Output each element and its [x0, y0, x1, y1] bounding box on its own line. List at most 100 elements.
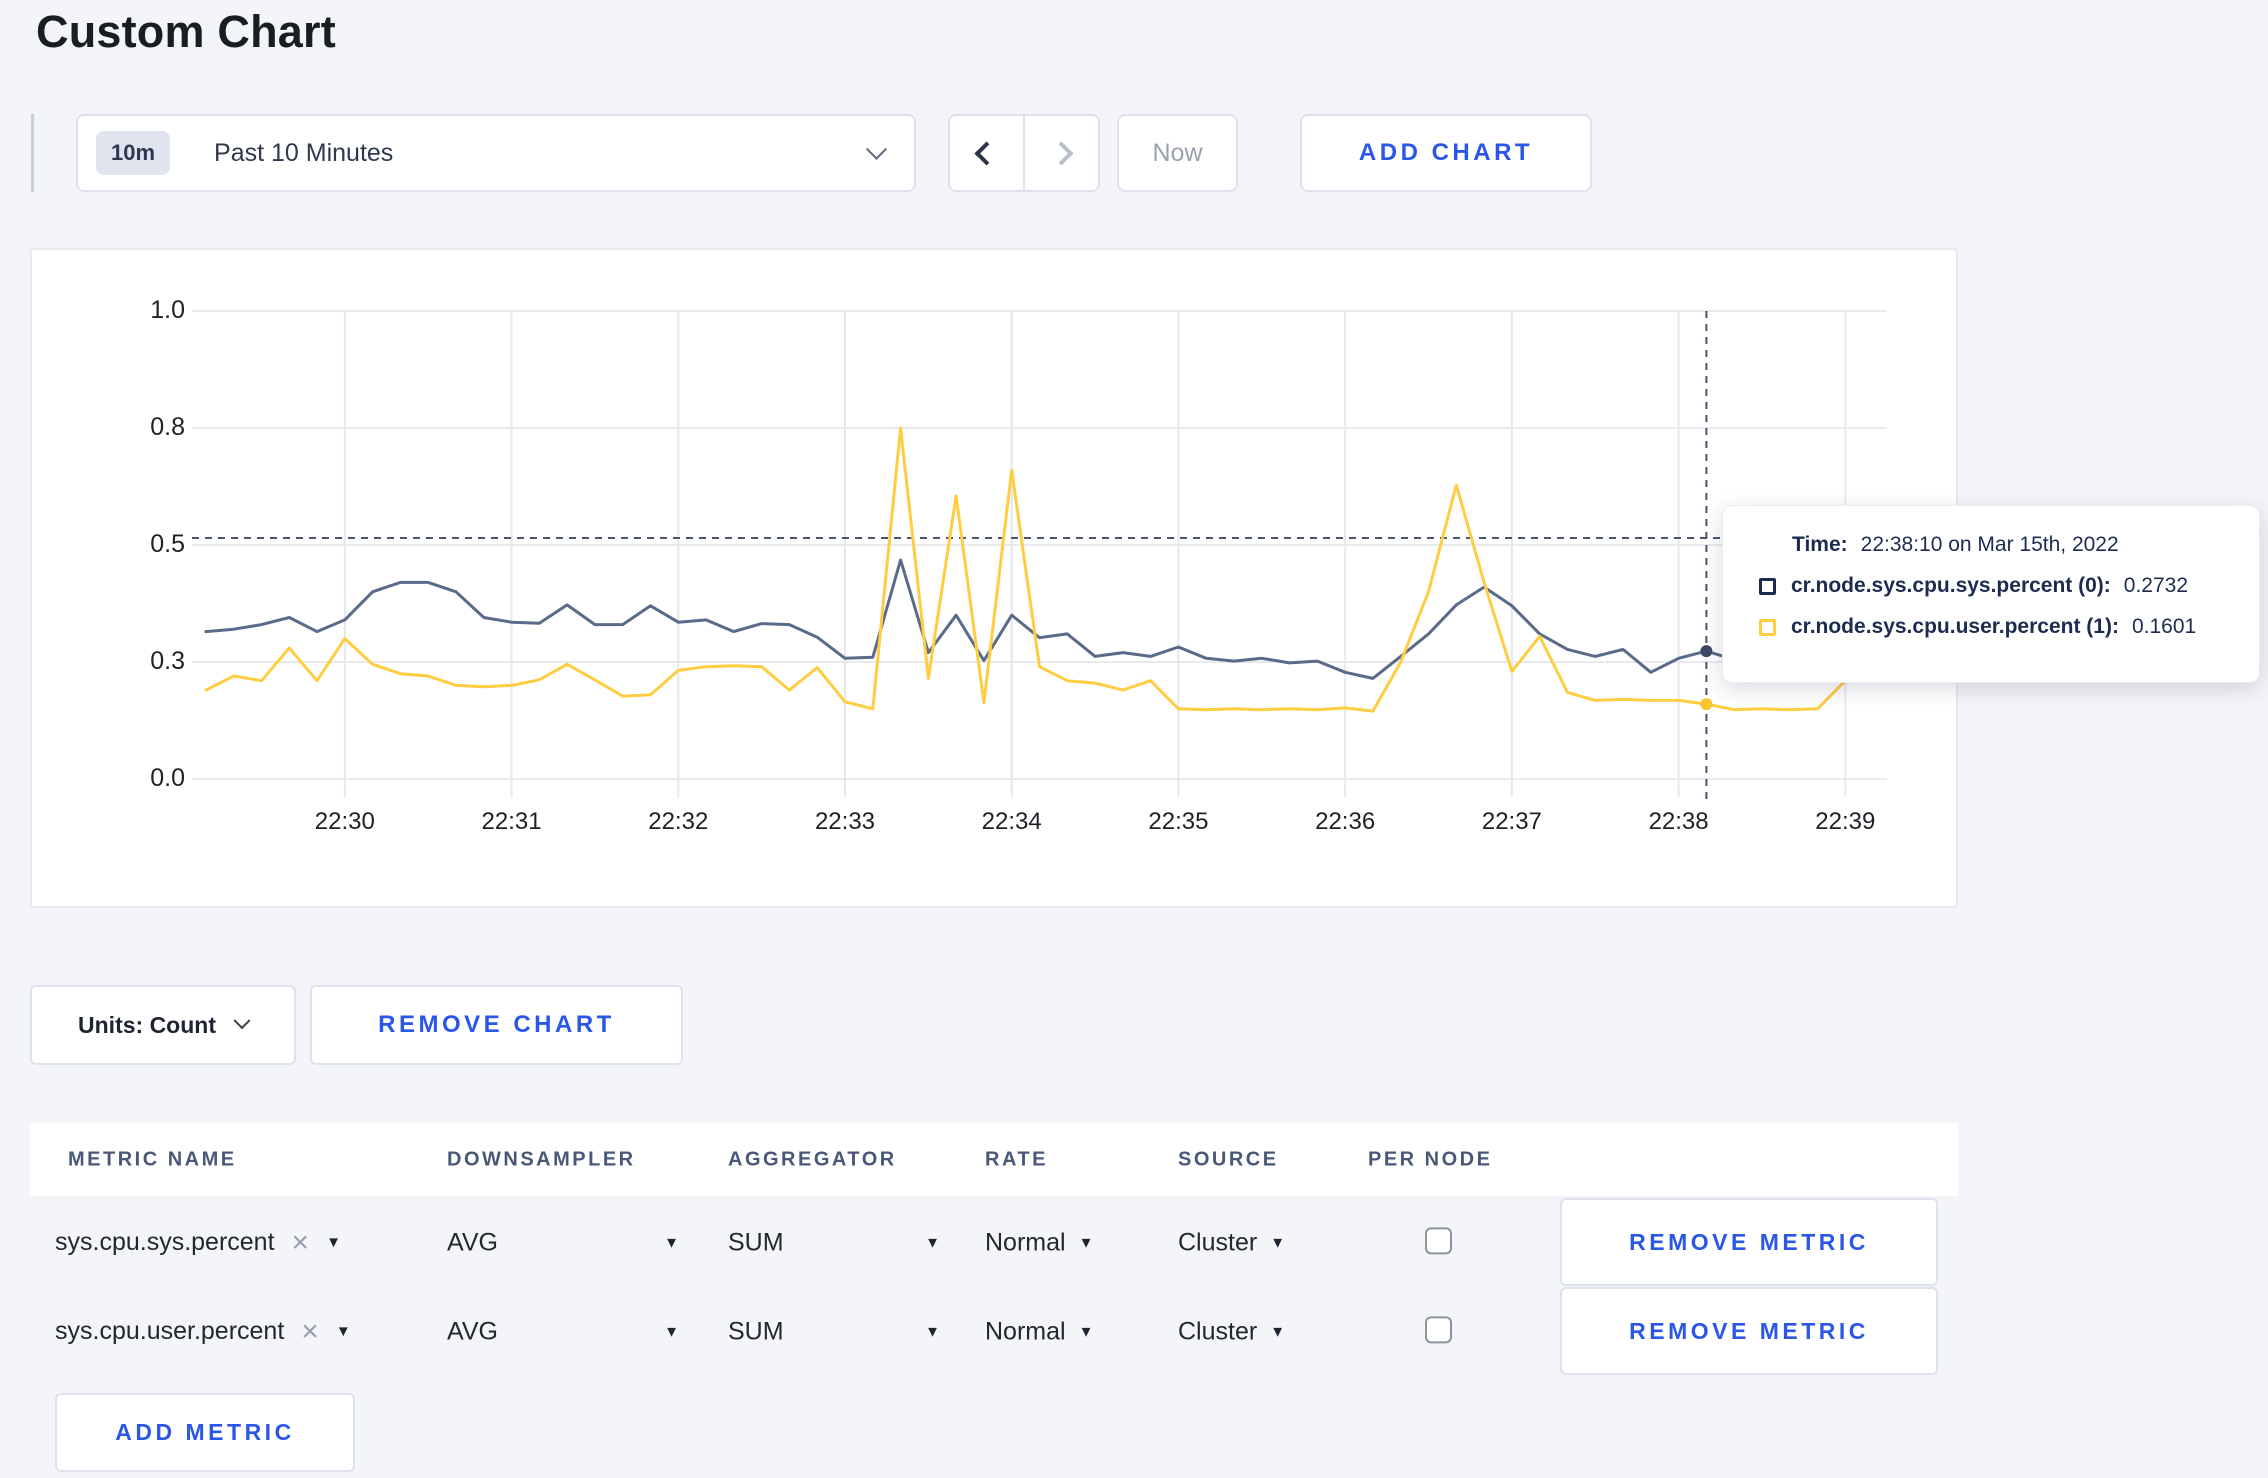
y-tick-label: 1.0	[150, 296, 185, 324]
rate-value: Normal	[985, 1228, 1066, 1256]
x-tick-label: 22:39	[1815, 808, 1876, 835]
metric-row: sys.cpu.sys.percent × ▼ AVG ▼ SUM ▼ Normal ▼ Clus…	[30, 1198, 1958, 1287]
caret-down-icon: ▼	[1078, 1234, 1094, 1251]
remove-metric-button[interactable]: REMOVE METRIC	[1560, 1198, 1938, 1286]
remove-chart-label: REMOVE CHART	[378, 1011, 615, 1038]
aggregator-value: SUM	[728, 1228, 784, 1256]
metric-name-value: sys.cpu.user.percent	[55, 1317, 285, 1345]
per-node-checkbox[interactable]	[1425, 1226, 1452, 1254]
per-node-checkbox[interactable]	[1425, 1315, 1452, 1343]
caret-down-icon: ▼	[925, 1323, 940, 1340]
x-tick-label: 22:32	[648, 808, 709, 835]
column-header: METRIC NAME	[68, 1148, 237, 1170]
chart-card: 1.0 0.8 0.5 0.3 0.0 22:30 22:31 22:32 22:33 22:3…	[30, 248, 1958, 908]
x-tick-label: 22:37	[1481, 808, 1542, 835]
metrics-table-body: sys.cpu.sys.percent × ▼ AVG ▼ SUM ▼ Normal ▼ Clus…	[30, 1198, 1958, 1380]
caret-down-icon: ▼	[326, 1234, 341, 1251]
column-header: DOWNSAMPLER	[447, 1148, 636, 1170]
aggregator-value: SUM	[728, 1317, 784, 1345]
metric-name-select[interactable]: sys.cpu.user.percent × ▼	[55, 1316, 351, 1347]
column-header: PER NODE	[1368, 1148, 1493, 1170]
chevron-down-icon	[865, 138, 888, 160]
x-tick-label: 22:35	[1148, 808, 1209, 835]
remove-chart-button[interactable]: REMOVE CHART	[310, 985, 683, 1065]
tooltip-series-value: 0.1601	[2131, 615, 2197, 638]
now-button[interactable]: Now	[1117, 114, 1238, 192]
toolbar-accent-divider	[31, 114, 34, 192]
downsampler-value: AVG	[447, 1228, 498, 1256]
units-dropdown[interactable]: Units: Count	[30, 985, 296, 1065]
tooltip-series-row: cr.node.sys.cpu.user.percent (1): 0.1601	[1759, 615, 2229, 639]
y-tick-label: 0.8	[150, 413, 185, 441]
series-line-1	[204, 426, 1875, 713]
add-chart-button[interactable]: ADD CHART	[1300, 114, 1592, 192]
caret-down-icon: ▼	[1270, 1323, 1286, 1340]
caret-down-icon: ▼	[925, 1234, 940, 1251]
time-nav-group	[948, 114, 1100, 192]
timeframe-label: Past 10 Minutes	[214, 138, 394, 167]
tooltip-time-row: Time: 22:38:10 on Mar 15th, 2022	[1759, 533, 2229, 557]
x-tick-label: 22:38	[1648, 808, 1709, 835]
clear-metric-icon[interactable]: ×	[292, 1227, 310, 1258]
source-value: Cluster	[1178, 1317, 1258, 1345]
aggregator-select[interactable]: SUM ▼	[728, 1228, 940, 1257]
metrics-table-header: METRIC NAME DOWNSAMPLER AGGREGATOR RATE SOUR…	[30, 1123, 1958, 1196]
downsampler-value: AVG	[447, 1317, 498, 1345]
y-tick-label: 0.5	[150, 530, 185, 558]
column-header: SOURCE	[1178, 1148, 1279, 1170]
x-tick-label: 22:30	[314, 808, 375, 835]
remove-metric-button[interactable]: REMOVE METRIC	[1560, 1287, 1938, 1375]
plot-area[interactable]	[192, 310, 1887, 799]
tooltip-series-label: cr.node.sys.cpu.sys.percent (0):	[1791, 574, 2111, 597]
chevron-right-icon	[1049, 140, 1074, 166]
clear-metric-icon[interactable]: ×	[301, 1316, 319, 1347]
tooltip-time-value: 22:38:10 on Mar 15th, 2022	[1860, 533, 2119, 556]
y-tick-label: 0.0	[150, 764, 185, 792]
timeframe-dropdown[interactable]: 10m Past 10 Minutes	[76, 114, 916, 192]
column-header: AGGREGATOR	[728, 1148, 897, 1170]
caret-down-icon: ▼	[1270, 1234, 1286, 1251]
chart-hover-tooltip: Time: 22:38:10 on Mar 15th, 2022 cr.node…	[1722, 505, 2260, 683]
tooltip-series-row: cr.node.sys.cpu.sys.percent (0): 0.2732	[1759, 574, 2229, 598]
crosshair-dot-0	[1700, 645, 1713, 658]
x-tick-label: 22:33	[814, 808, 876, 835]
tooltip-series-label: cr.node.sys.cpu.user.percent (1):	[1791, 615, 2119, 638]
add-chart-label: ADD CHART	[1358, 139, 1534, 166]
rate-select[interactable]: Normal ▼	[985, 1228, 1093, 1257]
tooltip-time-label: Time:	[1792, 533, 1848, 556]
aggregator-select[interactable]: SUM ▼	[728, 1317, 940, 1346]
chevron-down-icon	[233, 1012, 251, 1030]
units-label: Units: Count	[78, 1011, 216, 1038]
chevron-left-icon	[974, 140, 999, 166]
timeframe-badge: 10m	[96, 131, 171, 175]
metric-row: sys.cpu.user.percent × ▼ AVG ▼ SUM ▼ Normal ▼ Clu…	[30, 1287, 1958, 1376]
caret-down-icon: ▼	[664, 1323, 679, 1340]
caret-down-icon: ▼	[335, 1323, 351, 1340]
source-select[interactable]: Cluster ▼	[1178, 1228, 1285, 1257]
downsampler-select[interactable]: AVG ▼	[447, 1317, 679, 1346]
time-forward-button[interactable]	[1024, 114, 1100, 192]
rate-select[interactable]: Normal ▼	[985, 1317, 1093, 1346]
source-value: Cluster	[1178, 1228, 1258, 1256]
x-tick-label: 22:34	[981, 808, 1042, 835]
tooltip-series-value: 0.2732	[2123, 574, 2189, 597]
remove-metric-label: REMOVE METRIC	[1629, 1317, 1869, 1344]
caret-down-icon: ▼	[1078, 1323, 1094, 1340]
downsampler-select[interactable]: AVG ▼	[447, 1228, 679, 1257]
remove-metric-label: REMOVE METRIC	[1629, 1228, 1869, 1255]
rate-value: Normal	[985, 1317, 1066, 1345]
metric-name-value: sys.cpu.sys.percent	[55, 1228, 275, 1256]
caret-down-icon: ▼	[664, 1234, 679, 1251]
metric-name-select[interactable]: sys.cpu.sys.percent × ▼	[55, 1227, 341, 1258]
x-tick-label: 22:31	[481, 808, 542, 835]
series-swatch-icon	[1759, 618, 1776, 636]
page-title: Custom Chart	[36, 6, 336, 57]
column-header: RATE	[985, 1148, 1048, 1170]
source-select[interactable]: Cluster ▼	[1178, 1317, 1285, 1346]
add-metric-button[interactable]: ADD METRIC	[55, 1393, 355, 1472]
crosshair-dot-1	[1700, 698, 1713, 711]
time-back-button[interactable]	[948, 114, 1024, 192]
series-swatch-icon	[1759, 577, 1776, 595]
timeseries-chart[interactable]	[192, 310, 1887, 799]
y-tick-label: 0.3	[150, 647, 185, 675]
